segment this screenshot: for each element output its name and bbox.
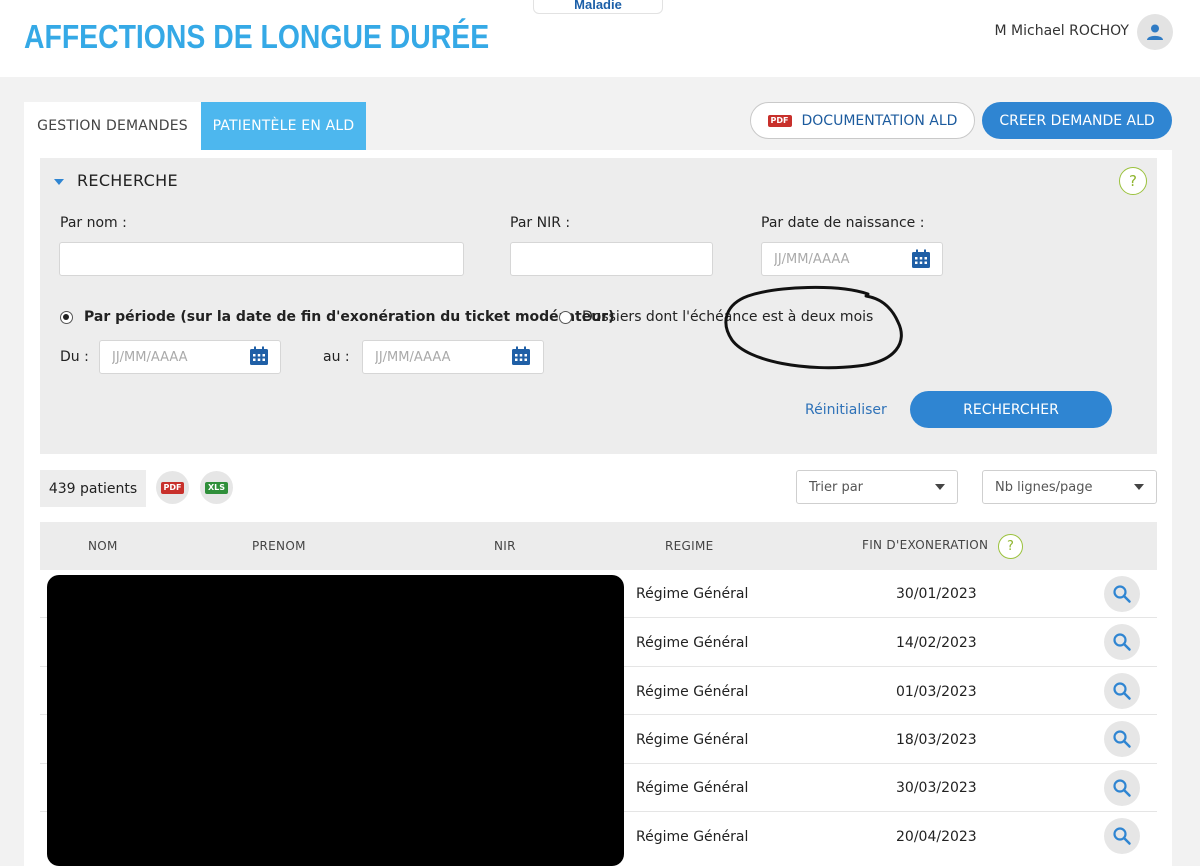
view-patient-button[interactable] xyxy=(1104,721,1140,757)
view-patient-button[interactable] xyxy=(1104,673,1140,709)
tab-patientele-en-ald[interactable]: PATIENTÈLE EN ALD xyxy=(201,102,366,150)
fin-exoneration-cell: 01/03/2023 xyxy=(896,684,977,700)
view-patient-button[interactable] xyxy=(1104,624,1140,660)
name-label: Par nom : xyxy=(60,215,127,231)
view-patient-button[interactable] xyxy=(1104,818,1140,854)
rows-per-page-label: Nb lignes/page xyxy=(995,479,1093,495)
calendar-icon[interactable] xyxy=(249,346,269,366)
search-button[interactable]: RECHERCHER xyxy=(910,391,1112,428)
rows-per-page-select[interactable]: Nb lignes/page xyxy=(982,470,1157,504)
fin-exoneration-cell: 30/01/2023 xyxy=(896,586,977,602)
birthdate-label: Par date de naissance : xyxy=(761,215,925,231)
search-icon xyxy=(1113,682,1131,700)
to-label: au : xyxy=(323,349,350,365)
documentation-ald-button[interactable]: PDF DOCUMENTATION ALD xyxy=(750,102,975,139)
search-icon xyxy=(1113,585,1131,603)
help-icon[interactable]: ? xyxy=(1119,167,1147,195)
export-pdf-button[interactable]: PDF xyxy=(156,471,189,504)
radio-period[interactable] xyxy=(60,311,73,324)
search-icon xyxy=(1113,730,1131,748)
reset-link[interactable]: Réinitialiser xyxy=(805,402,887,418)
nir-label: Par NIR : xyxy=(510,215,571,231)
documentation-ald-label: DOCUMENTATION ALD xyxy=(801,112,958,129)
fin-exoneration-cell: 18/03/2023 xyxy=(896,732,977,748)
user-avatar-button[interactable] xyxy=(1137,14,1173,50)
radio-deadline[interactable] xyxy=(559,311,572,324)
user-icon xyxy=(1147,24,1163,40)
regime-cell: Régime Général xyxy=(636,635,749,651)
regime-cell: Régime Général xyxy=(636,829,749,845)
creer-demande-ald-button[interactable]: CREER DEMANDE ALD xyxy=(982,102,1172,139)
fin-exoneration-cell: 20/04/2023 xyxy=(896,829,977,845)
dropdown-arrow-icon xyxy=(1134,484,1144,490)
xls-icon: XLS xyxy=(204,481,229,494)
search-title[interactable]: RECHERCHE xyxy=(77,171,178,190)
tab-gestion-demandes[interactable]: GESTION DEMANDES xyxy=(24,102,201,150)
table-header xyxy=(40,522,1157,570)
calendar-icon[interactable] xyxy=(511,346,531,366)
sort-select[interactable]: Trier par xyxy=(796,470,958,504)
top-tab-maladie[interactable]: Maladie xyxy=(533,0,663,14)
pdf-icon: PDF xyxy=(160,481,185,494)
regime-cell: Régime Général xyxy=(636,732,749,748)
calendar-icon[interactable] xyxy=(911,249,931,269)
export-xls-button[interactable]: XLS xyxy=(200,471,233,504)
name-input[interactable] xyxy=(59,242,464,276)
radio-deadline-label[interactable]: Dossiers dont l'échéance est à deux mois xyxy=(582,309,873,325)
fin-exoneration-cell: 30/03/2023 xyxy=(896,780,977,796)
user-name: M Michael ROCHOY xyxy=(994,23,1129,39)
nir-input[interactable] xyxy=(510,242,713,276)
column-header-nom[interactable]: NOM xyxy=(88,539,118,553)
search-icon xyxy=(1113,779,1131,797)
regime-cell: Régime Général xyxy=(636,684,749,700)
regime-cell: Régime Général xyxy=(636,586,749,602)
column-header-regime[interactable]: REGIME xyxy=(665,539,714,553)
help-icon[interactable]: ? xyxy=(998,534,1023,559)
view-patient-button[interactable] xyxy=(1104,770,1140,806)
redaction-block xyxy=(47,575,624,866)
dropdown-arrow-icon xyxy=(935,484,945,490)
sort-select-label: Trier par xyxy=(809,479,864,495)
search-icon xyxy=(1113,633,1131,651)
app-header: Maladie AFFECTIONS DE LONGUE DURÉE M Mic… xyxy=(0,0,1200,77)
regime-cell: Régime Général xyxy=(636,780,749,796)
radio-period-label[interactable]: Par période (sur la date de fin d'exonér… xyxy=(84,309,614,325)
column-header-prenom[interactable]: PRENOM xyxy=(252,539,306,553)
app-title: AFFECTIONS DE LONGUE DURÉE xyxy=(24,18,490,55)
search-icon xyxy=(1113,827,1131,845)
column-header-nir[interactable]: NIR xyxy=(494,539,516,553)
patient-count: 439 patients xyxy=(40,470,146,507)
collapse-caret-icon[interactable] xyxy=(54,179,64,185)
fin-exoneration-cell: 14/02/2023 xyxy=(896,635,977,651)
view-patient-button[interactable] xyxy=(1104,576,1140,612)
column-header-fin-exoneration[interactable]: FIN D'EXONERATION xyxy=(862,538,988,552)
from-label: Du : xyxy=(60,349,89,365)
pdf-icon: PDF xyxy=(767,114,792,127)
